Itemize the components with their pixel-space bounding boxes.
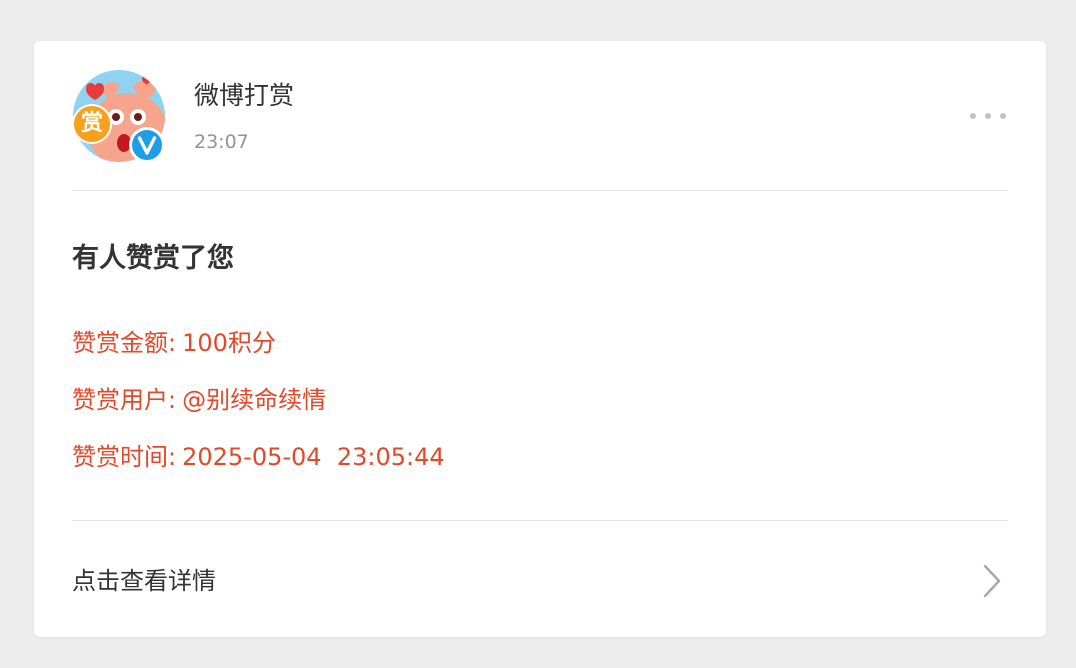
reward-time-label: 赞赏时间: (72, 443, 177, 471)
reward-amount-label: 赞赏金额: (72, 329, 177, 357)
reward-time-value: 2025-05-04 23:05:44 (182, 443, 445, 471)
card-header: 赏 微博打赏 23:07 (34, 41, 1046, 191)
avatar[interactable]: 赏 (72, 69, 168, 165)
reward-amount-value: 100积分 (182, 329, 276, 357)
post-time: 23:07 (194, 131, 249, 153)
header-divider (72, 190, 1008, 191)
chevron-right-icon (983, 564, 1001, 598)
notification-card: 赏 微博打赏 23:07 有人赞赏了您 赞赏金额: 100积分 赞赏用户: @别续命… (34, 41, 1046, 637)
reward-time-line: 赞赏时间: 2025-05-04 23:05:44 (72, 441, 445, 473)
reward-user-label: 赞赏用户: (72, 386, 177, 414)
notification-title: 有人赞赏了您 (72, 243, 234, 274)
reward-user-value[interactable]: @别续命续情 (182, 386, 326, 414)
avatar-badge-text: 赏 (80, 111, 103, 136)
username[interactable]: 微博打赏 (194, 79, 294, 113)
view-details-label: 点击查看详情 (72, 567, 216, 595)
reward-amount-line: 赞赏金额: 100积分 (72, 327, 276, 359)
view-details-row[interactable]: 点击查看详情 (34, 521, 1046, 637)
more-dots-icon[interactable] (966, 105, 1010, 127)
reward-user-line: 赞赏用户: @别续命续情 (72, 384, 326, 416)
verified-v-icon (129, 127, 165, 163)
